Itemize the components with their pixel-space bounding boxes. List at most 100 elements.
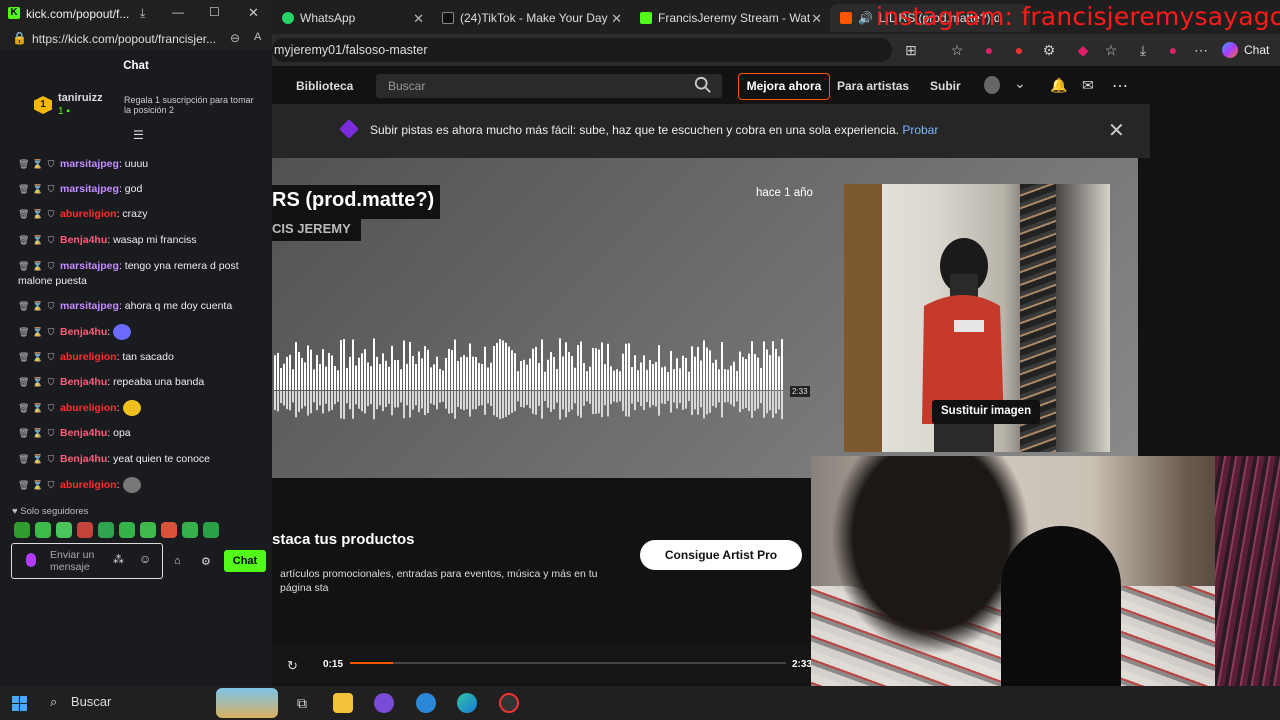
tab-kick-stream[interactable]: FrancisJeremy Stream - Watch Live ✕ [630, 4, 830, 32]
download-icon[interactable]: ⤓ [140, 6, 145, 21]
apps-icon[interactable]: ⊞ [902, 41, 920, 59]
delete-icon[interactable]: 🗑 [18, 375, 29, 390]
chat-username[interactable]: abureligion [60, 402, 117, 414]
delete-icon[interactable]: 🗑 [18, 401, 29, 416]
chat-username[interactable]: marsitajpeg [60, 260, 119, 272]
extension-icon[interactable]: ● [1010, 41, 1028, 59]
profile-icon[interactable]: ● [1164, 41, 1182, 59]
chat-username[interactable]: marsitajpeg [60, 300, 119, 312]
search-input[interactable]: Buscar [376, 74, 722, 98]
pinned-username[interactable]: taniruizz [58, 92, 103, 104]
minimize-icon[interactable]: — [172, 5, 184, 19]
ban-icon[interactable]: ⛉ [46, 350, 56, 365]
delete-icon[interactable]: 🗑 [18, 452, 29, 467]
taskbar-search[interactable]: ⌕ Buscar [50, 694, 111, 710]
settings-gear-icon[interactable]: ⚙ [201, 555, 211, 568]
chat-username[interactable]: Benja4hu [60, 453, 107, 465]
upgrade-button[interactable]: Mejora ahora [738, 73, 830, 100]
kick-url[interactable]: https://kick.com/popout/francisjer... [32, 32, 216, 46]
timeout-icon[interactable]: ⌛ [32, 299, 43, 314]
delete-icon[interactable]: 🗑 [18, 233, 29, 248]
collapse-icon[interactable]: ☰ [133, 128, 144, 142]
search-highlight-image[interactable] [216, 688, 278, 718]
emote[interactable] [77, 522, 93, 538]
replace-image-button[interactable]: Sustituir imagen [932, 400, 1041, 424]
download-icon[interactable]: ⤓ [1134, 41, 1152, 59]
close-icon[interactable]: ✕ [811, 11, 822, 27]
file-explorer-icon[interactable] [333, 693, 353, 713]
chat-username[interactable]: marsitajpeg [60, 183, 119, 195]
obs-icon[interactable] [499, 693, 519, 713]
emote[interactable] [140, 522, 156, 538]
ban-icon[interactable]: ⛉ [46, 401, 56, 416]
ban-icon[interactable]: ⛉ [46, 375, 56, 390]
timeout-icon[interactable]: ⌛ [32, 182, 43, 197]
gift-icon[interactable]: ⌂ [174, 555, 181, 567]
emote[interactable] [182, 522, 198, 538]
collections-icon[interactable]: ☆ [1102, 41, 1120, 59]
ban-icon[interactable]: ⛉ [46, 233, 56, 248]
messages-icon[interactable]: ✉ [1082, 77, 1094, 94]
emote[interactable] [56, 522, 72, 538]
microphone-icon[interactable] [26, 553, 36, 567]
ban-icon[interactable]: ⛉ [46, 452, 56, 467]
ban-icon[interactable]: ⛉ [46, 299, 56, 314]
notifications-bell-icon[interactable]: 🔔 [1050, 77, 1067, 94]
emote[interactable] [14, 522, 30, 538]
read-aloud-icon[interactable]: A [254, 31, 261, 43]
delete-icon[interactable]: 🗑 [18, 207, 29, 222]
task-view-icon[interactable]: ⧉ [292, 693, 312, 713]
emote[interactable] [161, 522, 177, 538]
timeout-icon[interactable]: ⌛ [32, 401, 43, 416]
chat-username[interactable]: Benja4hu [60, 234, 107, 246]
nav-upload[interactable]: Subir [930, 79, 961, 93]
emoji-icon[interactable]: ☺ [139, 553, 151, 565]
ban-icon[interactable]: ⛉ [46, 426, 56, 441]
timeout-icon[interactable]: ⌛ [32, 452, 43, 467]
extension-icon[interactable]: ● [980, 41, 998, 59]
chat-username[interactable]: abureligion [60, 351, 117, 363]
ban-icon[interactable]: ⛉ [46, 325, 56, 340]
track-artist[interactable]: CIS JEREMY [272, 218, 361, 241]
artist-pro-button[interactable]: Consigue Artist Pro [640, 540, 802, 570]
timeout-icon[interactable]: ⌛ [32, 207, 43, 222]
puzzle-icon[interactable]: ⚙ [1040, 41, 1058, 59]
chat-username[interactable]: Benja4hu [60, 326, 107, 338]
timeout-icon[interactable]: ⌛ [32, 350, 43, 365]
chat-username[interactable]: abureligion [60, 208, 117, 220]
delete-icon[interactable]: 🗑 [18, 299, 29, 314]
chat-username[interactable]: abureligion [60, 479, 117, 491]
ban-icon[interactable]: ⛉ [46, 157, 56, 172]
app-icon[interactable] [374, 693, 394, 713]
app-icon[interactable] [416, 693, 436, 713]
timeout-icon[interactable]: ⌛ [32, 325, 43, 340]
timeout-icon[interactable]: ⌛ [32, 478, 43, 493]
extension-icon[interactable]: ◆ [1074, 41, 1092, 59]
url-field[interactable]: myjeremy01/falsoso-master [272, 38, 892, 62]
emote[interactable] [203, 522, 219, 538]
nav-for-artists[interactable]: Para artistas [837, 79, 909, 93]
close-icon[interactable]: ✕ [248, 5, 259, 21]
progress-bar[interactable] [350, 662, 786, 664]
close-icon[interactable]: ✕ [1108, 118, 1125, 143]
send-chat-button[interactable]: Chat [224, 550, 266, 572]
zoom-icon[interactable]: ⊖ [230, 31, 240, 45]
delete-icon[interactable]: 🗑 [18, 182, 29, 197]
ban-icon[interactable]: ⛉ [46, 259, 56, 274]
speaker-icon[interactable]: 🔊 [858, 11, 873, 25]
chevron-down-icon[interactable]: ⌄ [1014, 75, 1026, 92]
chat-username[interactable]: Benja4hu [60, 376, 107, 388]
close-icon[interactable]: ✕ [611, 11, 622, 27]
close-icon[interactable]: ✕ [413, 11, 424, 27]
chat-username[interactable]: marsitajpeg [60, 158, 119, 170]
emote[interactable] [98, 522, 114, 538]
emote[interactable] [35, 522, 51, 538]
ban-icon[interactable]: ⛉ [46, 207, 56, 222]
more-icon[interactable]: ⋯ [1192, 41, 1210, 59]
repeat-icon[interactable]: ↻ [287, 658, 298, 674]
banner-try-link[interactable]: Probar [902, 123, 938, 137]
timeout-icon[interactable]: ⌛ [32, 233, 43, 248]
chat-message-input[interactable]: Enviar un mensaje ⁂ ☺ [11, 543, 163, 579]
delete-icon[interactable]: 🗑 [18, 426, 29, 441]
avatar[interactable] [984, 76, 1000, 94]
